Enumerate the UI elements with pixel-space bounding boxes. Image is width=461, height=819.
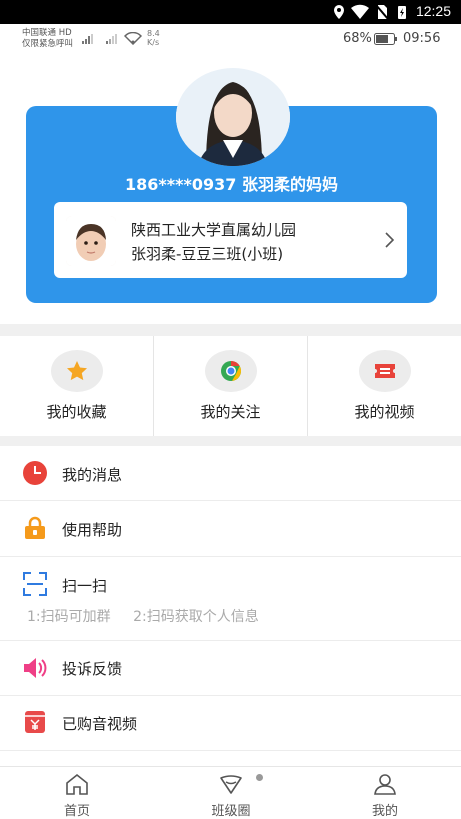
favorites-shortcut[interactable]: 我的收藏 <box>0 336 153 436</box>
location-icon <box>334 5 344 19</box>
emergency-only-text: 仅限紧急呼叫 <box>22 39 74 49</box>
ticket-icon <box>374 364 395 378</box>
star-icon <box>66 361 87 381</box>
tab-label-mine: 我的 <box>371 804 398 819</box>
chevron-right-icon <box>385 232 395 248</box>
videos-label: 我的视频 <box>354 403 415 421</box>
wifi-small-icon <box>124 32 142 45</box>
follows-shortcut[interactable]: 我的关注 <box>154 336 307 436</box>
tab-label-class-circle: 班级圈 <box>211 804 251 819</box>
child-avatar-image <box>66 216 116 266</box>
scan-hints: 1:扫码可加群 2:扫码获取个人信息 <box>27 606 277 626</box>
menu-item-help[interactable]: 使用帮助 <box>0 501 461 556</box>
menu-label-purchased: 已购音视频 <box>62 715 138 733</box>
bottom-tab-bar: 首页 班级圈 我的 <box>0 766 461 819</box>
notification-dot <box>256 774 263 781</box>
parent-avatar-image <box>176 68 290 166</box>
carrier-name: 中国联通 HD <box>22 28 72 38</box>
tab-class-circle[interactable]: 班级圈 <box>154 767 308 819</box>
follows-label: 我的关注 <box>200 403 261 421</box>
section-divider <box>0 324 461 336</box>
profile-title: 186****0937 张羽柔的妈妈 <box>125 175 338 194</box>
parent-avatar[interactable] <box>176 68 290 166</box>
system-clock: 12:25 <box>415 3 451 19</box>
menu-divider <box>0 750 461 751</box>
follows-icon-bg <box>204 350 257 392</box>
menu-label-messages: 我的消息 <box>62 466 123 484</box>
menu-label-help: 使用帮助 <box>62 521 123 539</box>
menu-item-purchased[interactable]: 已购音视频 <box>0 696 461 750</box>
battery-icon <box>374 33 397 45</box>
menu-item-feedback[interactable]: 投诉反馈 <box>0 641 461 695</box>
menu-item-messages[interactable]: 我的消息 <box>0 446 461 500</box>
favorites-icon-bg <box>50 350 103 392</box>
carrier-info: 中国联通 HD 仅限紧急呼叫 <box>22 28 73 50</box>
child-avatar <box>66 216 116 266</box>
class-name: 张羽柔-豆豆三班(小班) <box>131 245 284 263</box>
lock-icon <box>25 516 45 539</box>
tab-mine[interactable]: 我的 <box>308 767 461 819</box>
inner-clock: 09:56 <box>403 31 441 46</box>
favorites-label: 我的收藏 <box>46 403 107 421</box>
child-info-card[interactable]: 陕西工业大学直属幼儿园 张羽柔-豆豆三班(小班) <box>54 202 407 278</box>
system-status-bar: 12:25 <box>0 0 461 24</box>
school-name: 陕西工业大学直属幼儿园 <box>131 221 297 239</box>
menu-item-scan[interactable]: 扫一扫 <box>0 557 461 609</box>
battery-charging-icon <box>398 6 406 19</box>
home-icon <box>66 773 88 795</box>
scan-hint-group: 1:扫码可加群 <box>27 609 111 625</box>
no-sim-icon <box>375 4 389 20</box>
speaker-icon <box>24 658 47 678</box>
network-speed-value: 8.4 <box>147 29 160 38</box>
tab-label-home: 首页 <box>63 804 90 819</box>
yen-box-icon <box>25 711 45 733</box>
videos-icon-bg <box>358 350 411 392</box>
chrome-icon <box>220 360 241 381</box>
menu-label-feedback: 投诉反馈 <box>62 660 123 678</box>
inner-status-bar: 中国联通 HD 仅限紧急呼叫 8.4 K/s 68% 09:56 <box>0 24 461 54</box>
tab-home[interactable]: 首页 <box>0 767 154 819</box>
section-divider <box>0 436 461 446</box>
battery-percent: 68% <box>343 31 372 46</box>
wifi-icon <box>351 4 369 20</box>
shortcut-grid: 我的收藏 我的关注 我的视频 <box>0 336 461 436</box>
scan-icon <box>23 572 47 596</box>
scan-hint-profile: 2:扫码获取个人信息 <box>133 609 259 625</box>
menu-label-scan: 扫一扫 <box>62 577 108 595</box>
signal-icon <box>82 34 117 44</box>
network-speed-unit: K/s <box>147 38 160 47</box>
videos-shortcut[interactable]: 我的视频 <box>308 336 461 436</box>
network-speed: 8.4 K/s <box>147 29 160 47</box>
user-icon <box>374 774 396 795</box>
class-circle-icon <box>220 775 242 794</box>
clock-icon <box>23 461 47 485</box>
